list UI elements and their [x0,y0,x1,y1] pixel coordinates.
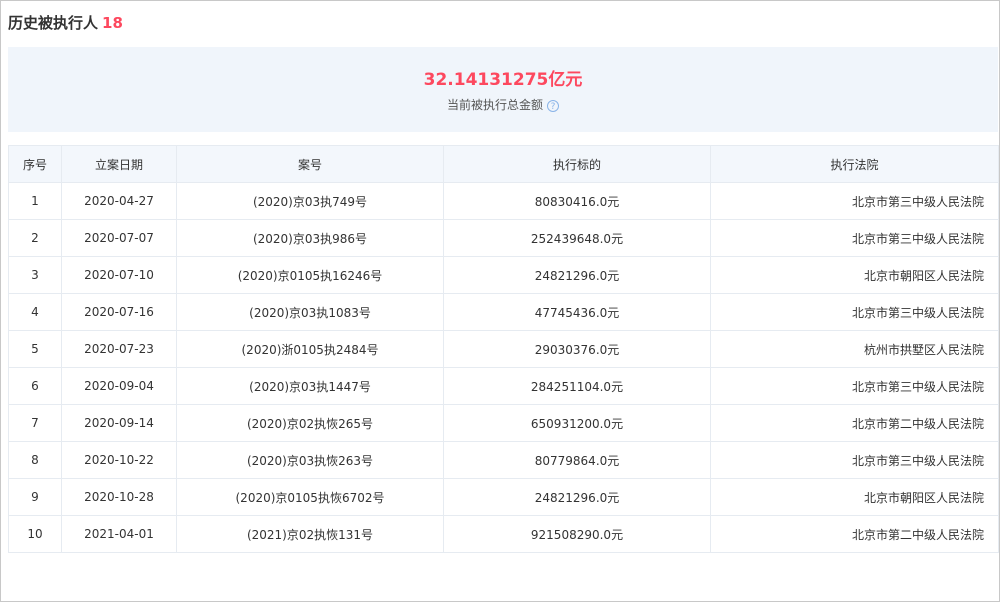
cell-case-number: (2020)京0105执恢6702号 [176,478,444,516]
total-amount: 32.14131275亿元 [423,70,583,90]
cell-case-number: (2020)京0105执16246号 [176,256,444,294]
table-row: 3 2020-07-10 (2020)京0105执16246号 24821296… [8,256,999,294]
cell-index: 4 [8,293,62,331]
table-row: 10 2021-04-01 (2021)京02执恢131号 921508290.… [8,515,999,553]
cell-index: 9 [8,478,62,516]
cell-amount: 80830416.0元 [443,182,711,220]
column-header-case-number: 案号 [176,145,444,183]
cell-date: 2020-10-22 [61,441,177,479]
cell-court: 北京市第三中级人民法院 [710,219,999,257]
cell-court: 北京市第二中级人民法院 [710,515,999,553]
total-amount-label-row: 当前被执行总金额? [8,96,998,113]
execution-table: 序号 立案日期 案号 执行标的 执行法院 1 2020-04-27 (2020)… [8,145,999,553]
cell-date: 2021-04-01 [61,515,177,553]
cell-date: 2020-07-10 [61,256,177,294]
cell-case-number: (2020)京03执恢263号 [176,441,444,479]
column-header-court: 执行法院 [710,145,999,183]
table-row: 6 2020-09-04 (2020)京03执1447号 284251104.0… [8,367,999,405]
summary-panel: 32.14131275亿元 当前被执行总金额? [8,47,998,132]
table-row: 9 2020-10-28 (2020)京0105执恢6702号 24821296… [8,478,999,516]
table-row: 7 2020-09-14 (2020)京02执恢265号 650931200.0… [8,404,999,442]
cell-index: 1 [8,182,62,220]
cell-amount: 80779864.0元 [443,441,711,479]
cell-index: 2 [8,219,62,257]
table-row: 5 2020-07-23 (2020)浙0105执2484号 29030376.… [8,330,999,368]
cell-amount: 252439648.0元 [443,219,711,257]
section-header: 历史被执行人 18 [8,12,123,33]
cell-date: 2020-07-07 [61,219,177,257]
cell-court: 杭州市拱墅区人民法院 [710,330,999,368]
column-header-index: 序号 [8,145,62,183]
cell-case-number: (2021)京02执恢131号 [176,515,444,553]
cell-amount: 29030376.0元 [443,330,711,368]
cell-court: 北京市朝阳区人民法院 [710,256,999,294]
column-header-date: 立案日期 [61,145,177,183]
cell-court: 北京市朝阳区人民法院 [710,478,999,516]
cell-date: 2020-09-04 [61,367,177,405]
cell-court: 北京市第三中级人民法院 [710,367,999,405]
section-title: 历史被执行人 [8,14,99,32]
cell-date: 2020-04-27 [61,182,177,220]
cell-index: 10 [8,515,62,553]
cell-amount: 47745436.0元 [443,293,711,331]
cell-amount: 284251104.0元 [443,367,711,405]
cell-case-number: (2020)京03执1083号 [176,293,444,331]
cell-court: 北京市第三中级人民法院 [710,293,999,331]
cell-case-number: (2020)京03执986号 [176,219,444,257]
cell-date: 2020-07-23 [61,330,177,368]
cell-amount: 650931200.0元 [443,404,711,442]
column-header-amount: 执行标的 [443,145,711,183]
help-icon[interactable]: ? [547,99,559,112]
table-row: 4 2020-07-16 (2020)京03执1083号 47745436.0元… [8,293,999,331]
cell-index: 7 [8,404,62,442]
cell-court: 北京市第三中级人民法院 [710,441,999,479]
table-header-row: 序号 立案日期 案号 执行标的 执行法院 [8,145,999,183]
table-row: 8 2020-10-22 (2020)京03执恢263号 80779864.0元… [8,441,999,479]
cell-date: 2020-10-28 [61,478,177,516]
table-row: 2 2020-07-07 (2020)京03执986号 252439648.0元… [8,219,999,257]
cell-court: 北京市第三中级人民法院 [710,182,999,220]
cell-index: 8 [8,441,62,479]
cell-index: 5 [8,330,62,368]
cell-case-number: (2020)京03执1447号 [176,367,444,405]
cell-court: 北京市第二中级人民法院 [710,404,999,442]
cell-index: 6 [8,367,62,405]
total-amount-label: 当前被执行总金额 [446,98,543,112]
cell-index: 3 [8,256,62,294]
cell-amount: 24821296.0元 [443,478,711,516]
table-row: 1 2020-04-27 (2020)京03执749号 80830416.0元 … [8,182,999,220]
cell-amount: 24821296.0元 [443,256,711,294]
cell-case-number: (2020)京02执恢265号 [176,404,444,442]
record-count: 18 [102,14,123,32]
cell-case-number: (2020)京03执749号 [176,182,444,220]
cell-amount: 921508290.0元 [443,515,711,553]
cell-date: 2020-07-16 [61,293,177,331]
cell-case-number: (2020)浙0105执2484号 [176,330,444,368]
cell-date: 2020-09-14 [61,404,177,442]
